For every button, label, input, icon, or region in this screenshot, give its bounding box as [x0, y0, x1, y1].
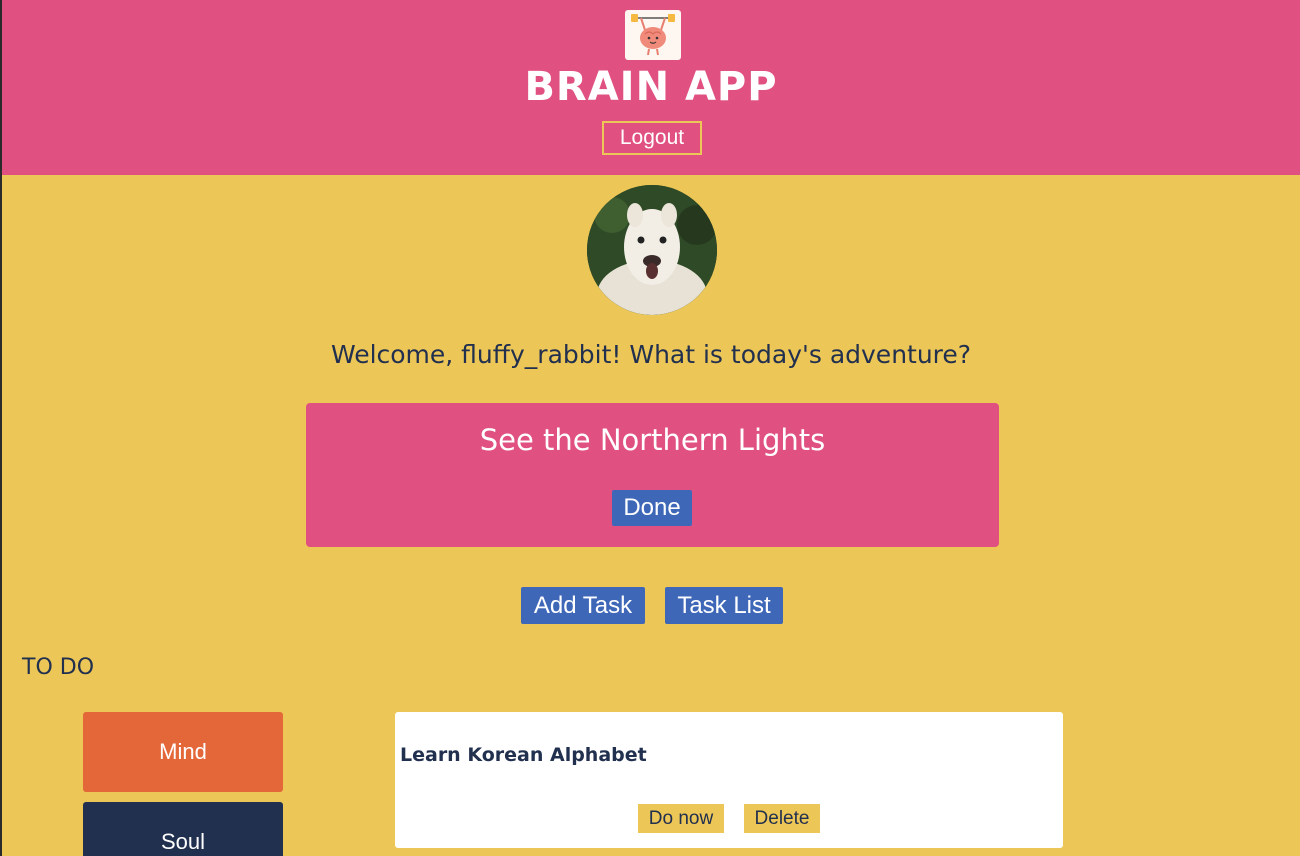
- do-now-button[interactable]: Do now: [638, 804, 724, 833]
- task-card: Learn Korean Alphabet Do now Delete: [395, 712, 1063, 848]
- app-title: BRAIN APP: [524, 64, 778, 110]
- todo-heading: TO DO: [22, 655, 95, 680]
- task-name: Learn Korean Alphabet: [400, 744, 647, 766]
- adventure-title: See the Northern Lights: [479, 423, 826, 457]
- app-header: BRAIN APP Logout: [2, 0, 1300, 175]
- brain-logo-icon[interactable]: [625, 10, 681, 60]
- category-mind-button[interactable]: Mind: [83, 712, 283, 792]
- category-soul-button[interactable]: Soul: [83, 802, 283, 856]
- logout-button[interactable]: Logout: [602, 121, 702, 155]
- alpaca-avatar: [587, 185, 717, 315]
- delete-button[interactable]: Delete: [744, 804, 820, 833]
- adventure-card: See the Northern Lights Done: [306, 403, 999, 547]
- add-task-button[interactable]: Add Task: [521, 587, 645, 624]
- task-list-button[interactable]: Task List: [665, 587, 783, 624]
- welcome-message: Welcome, fluffy_rabbit! What is today's …: [330, 340, 972, 369]
- done-button[interactable]: Done: [612, 490, 692, 526]
